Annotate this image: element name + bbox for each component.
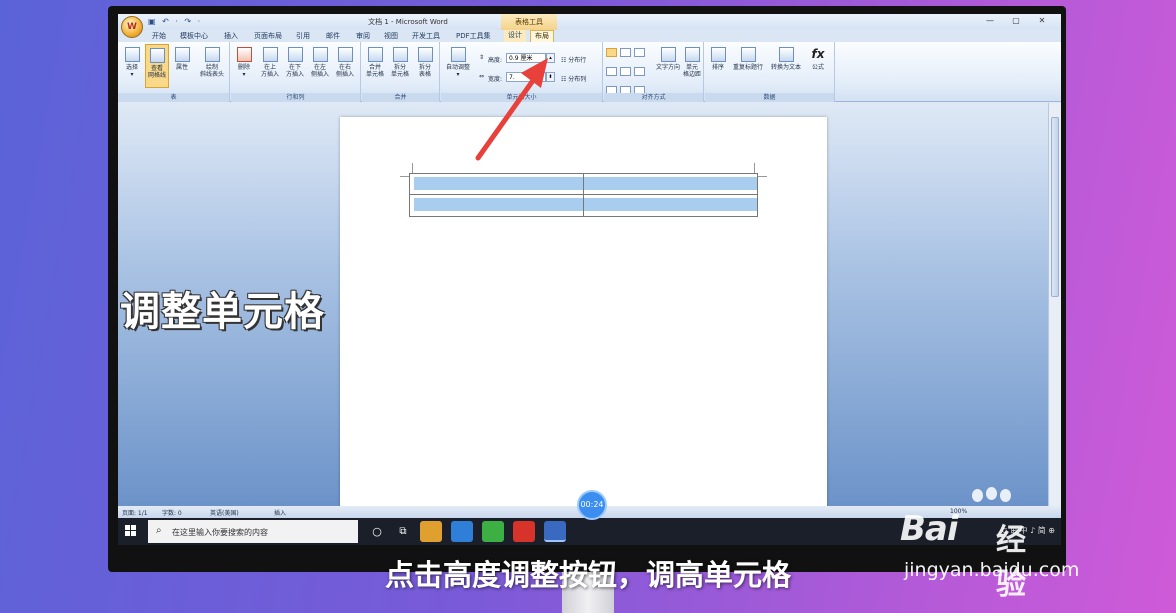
overlay-title: 调整单元格: [120, 289, 325, 335]
paw-icon: [1000, 489, 1011, 502]
paw-icon: [972, 489, 983, 502]
office-button[interactable]: W: [121, 16, 143, 38]
watermark-url: jingyan.baidu.com: [904, 559, 1080, 581]
paw-icon: [986, 487, 997, 500]
baidu-logo: Bai: [900, 509, 959, 549]
video-timer: 00:24: [577, 490, 607, 520]
